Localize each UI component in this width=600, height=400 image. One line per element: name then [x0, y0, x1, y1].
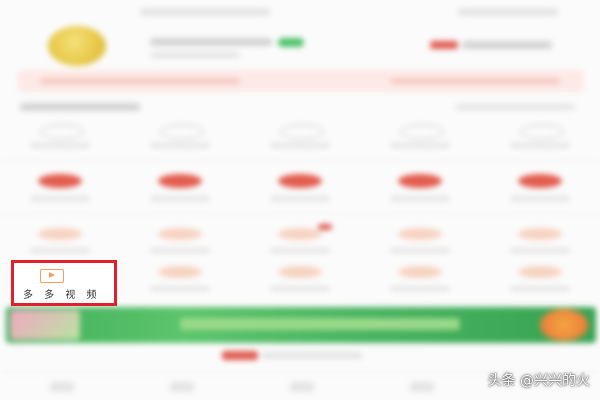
tab-icon[interactable] — [410, 382, 434, 392]
grid-label — [150, 196, 210, 201]
header-text — [140, 8, 270, 16]
divider — [0, 160, 600, 161]
grid-icon[interactable] — [160, 124, 204, 140]
grid-icon[interactable] — [398, 266, 442, 278]
coupon-text[interactable] — [462, 41, 552, 49]
grid-label — [510, 196, 570, 201]
notice-action-text — [390, 78, 560, 84]
divider — [0, 213, 600, 214]
bottom-link-text[interactable] — [262, 352, 362, 359]
grid-icon[interactable] — [518, 174, 562, 188]
grid-label — [390, 196, 450, 201]
grid-icon[interactable] — [398, 228, 442, 240]
app-screen: 多 多 视 频 头条 @兴兴的火 — [0, 0, 600, 400]
grid-icon[interactable] — [398, 174, 442, 188]
grid-icon[interactable] — [518, 266, 562, 278]
grid-icon[interactable] — [38, 228, 82, 240]
grid-label — [510, 248, 570, 253]
blurred-app-content — [0, 0, 600, 400]
grid-label — [270, 286, 330, 291]
grid-icon[interactable] — [278, 174, 322, 188]
grid-icon[interactable] — [400, 124, 444, 140]
grid-icon[interactable] — [278, 266, 322, 278]
grid-icon[interactable] — [278, 228, 322, 240]
menu-item-label: 多 多 视 频 — [23, 290, 101, 301]
grid-label — [270, 143, 330, 148]
notice-text — [40, 78, 240, 84]
grid-label — [150, 143, 210, 148]
grid-icon[interactable] — [158, 266, 202, 278]
profile-subtext — [150, 52, 240, 58]
banner-image — [10, 310, 80, 340]
tab-icon[interactable] — [170, 382, 194, 392]
grid-label — [30, 196, 90, 201]
new-badge — [318, 224, 332, 230]
section-more-link[interactable] — [455, 104, 575, 110]
coupon-icon[interactable] — [430, 41, 458, 49]
play-video-icon — [40, 269, 64, 283]
grid-label — [510, 286, 570, 291]
grid-label — [150, 248, 210, 253]
banner-text — [180, 318, 460, 330]
grid-icon[interactable] — [520, 124, 564, 140]
grid-label — [510, 143, 570, 148]
grid-label — [390, 143, 450, 148]
section-title — [20, 103, 140, 111]
highlighted-menu-item[interactable]: 多 多 视 频 — [11, 260, 117, 306]
grid-icon[interactable] — [158, 174, 202, 188]
watermark-text: 头条 @兴兴的火 — [487, 373, 590, 389]
grid-label — [270, 196, 330, 201]
header-right-text — [458, 8, 558, 16]
grid-label — [150, 286, 210, 291]
tab-icon[interactable] — [50, 382, 74, 392]
status-badge — [278, 38, 304, 47]
avatar[interactable] — [48, 26, 106, 66]
grid-label — [390, 248, 450, 253]
grid-label — [30, 248, 90, 253]
grid-label — [270, 248, 330, 253]
grid-icon[interactable] — [280, 124, 324, 140]
banner-button[interactable] — [540, 309, 588, 341]
grid-label — [30, 143, 90, 148]
username-text — [150, 38, 272, 46]
grid-label — [390, 286, 450, 291]
grid-icon[interactable] — [40, 124, 84, 140]
grid-icon[interactable] — [158, 228, 202, 240]
grid-icon[interactable] — [38, 174, 82, 188]
tab-icon[interactable] — [290, 382, 314, 392]
grid-icon[interactable] — [518, 228, 562, 240]
bottom-link-icon[interactable] — [222, 351, 258, 360]
